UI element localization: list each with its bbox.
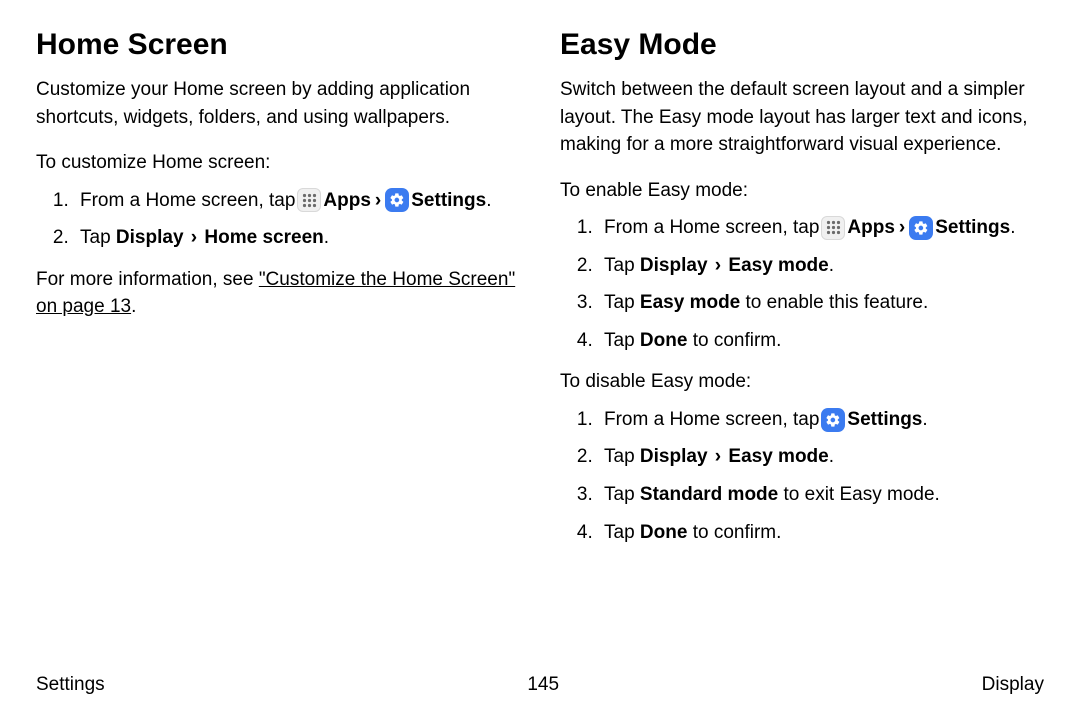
step-text: From a Home screen, tap xyxy=(604,406,819,434)
step-text: to confirm. xyxy=(687,330,781,351)
period: . xyxy=(1010,217,1015,238)
done-label: Done xyxy=(640,522,688,543)
display-label: Display xyxy=(640,446,708,467)
standard-mode-label: Standard mode xyxy=(640,484,778,505)
settings-icon xyxy=(385,188,409,212)
heading-home-screen: Home Screen xyxy=(36,28,520,62)
period: . xyxy=(922,409,927,430)
chevron-right-icon: › xyxy=(373,187,383,215)
more-info-text: For more information, see xyxy=(36,269,259,290)
step-4: Tap Done to confirm. xyxy=(598,519,1044,547)
step-text: Tap xyxy=(604,522,640,543)
settings-label: Settings xyxy=(935,217,1010,238)
apps-icon xyxy=(297,188,321,212)
done-label: Done xyxy=(640,330,688,351)
period: . xyxy=(324,227,329,248)
lead-customize: To customize Home screen: xyxy=(36,149,520,177)
step-text: Tap xyxy=(604,446,640,467)
step-1: From a Home screen, tap Apps › Settings. xyxy=(74,187,520,215)
settings-icon xyxy=(821,408,845,432)
heading-easy-mode: Easy Mode xyxy=(560,28,1044,62)
step-text: to confirm. xyxy=(687,522,781,543)
lead-disable: To disable Easy mode: xyxy=(560,368,1044,396)
column-home-screen: Home Screen Customize your Home screen b… xyxy=(36,28,520,560)
step-2: Tap Display › Easy mode. xyxy=(598,252,1044,280)
easy-mode-label: Easy mode xyxy=(728,255,828,276)
period: . xyxy=(131,296,136,317)
display-label: Display xyxy=(116,227,184,248)
settings-label: Settings xyxy=(411,190,486,211)
step-text: Tap xyxy=(80,227,116,248)
step-text: Tap xyxy=(604,292,640,313)
step-text: to exit Easy mode. xyxy=(778,484,940,505)
period: . xyxy=(829,446,834,467)
step-text: Tap xyxy=(604,330,640,351)
step-text: From a Home screen, tap xyxy=(80,187,295,215)
step-1: From a Home screen, tap Apps › Settings. xyxy=(598,214,1044,242)
settings-icon xyxy=(909,216,933,240)
settings-label: Settings xyxy=(847,409,922,430)
chevron-right-icon: › xyxy=(897,214,907,242)
intro-home-screen: Customize your Home screen by adding app… xyxy=(36,76,520,131)
step-3: Tap Easy mode to enable this feature. xyxy=(598,289,1044,317)
footer-page-number: 145 xyxy=(527,674,559,696)
steps-disable: From a Home screen, tap Settings. Tap Di… xyxy=(560,406,1044,546)
more-info: For more information, see "Customize the… xyxy=(36,266,520,321)
page-footer: Settings 145 Display xyxy=(36,674,1044,696)
step-2: Tap Display › Easy mode. xyxy=(598,443,1044,471)
home-screen-label: Home screen xyxy=(204,227,323,248)
intro-easy-mode: Switch between the default screen layout… xyxy=(560,76,1044,159)
step-text: Tap xyxy=(604,484,640,505)
display-label: Display xyxy=(640,255,708,276)
lead-enable: To enable Easy mode: xyxy=(560,177,1044,205)
step-text: From a Home screen, tap xyxy=(604,214,819,242)
step-1: From a Home screen, tap Settings. xyxy=(598,406,1044,434)
step-3: Tap Standard mode to exit Easy mode. xyxy=(598,481,1044,509)
column-easy-mode: Easy Mode Switch between the default scr… xyxy=(560,28,1044,560)
easy-mode-label: Easy mode xyxy=(728,446,828,467)
apps-icon xyxy=(821,216,845,240)
apps-label: Apps xyxy=(323,187,371,215)
chevron-right-icon: › xyxy=(713,255,723,276)
step-text: Tap xyxy=(604,255,640,276)
steps-enable: From a Home screen, tap Apps › Settings.… xyxy=(560,214,1044,354)
easy-mode-label: Easy mode xyxy=(640,292,740,313)
chevron-right-icon: › xyxy=(713,446,723,467)
footer-right: Display xyxy=(982,674,1044,696)
footer-left: Settings xyxy=(36,674,105,696)
steps-customize: From a Home screen, tap Apps › Settings.… xyxy=(36,187,520,252)
period: . xyxy=(486,190,491,211)
chevron-right-icon: › xyxy=(189,227,199,248)
step-text: to enable this feature. xyxy=(740,292,928,313)
apps-label: Apps xyxy=(847,214,895,242)
period: . xyxy=(829,255,834,276)
step-4: Tap Done to confirm. xyxy=(598,327,1044,355)
step-2: Tap Display › Home screen. xyxy=(74,224,520,252)
